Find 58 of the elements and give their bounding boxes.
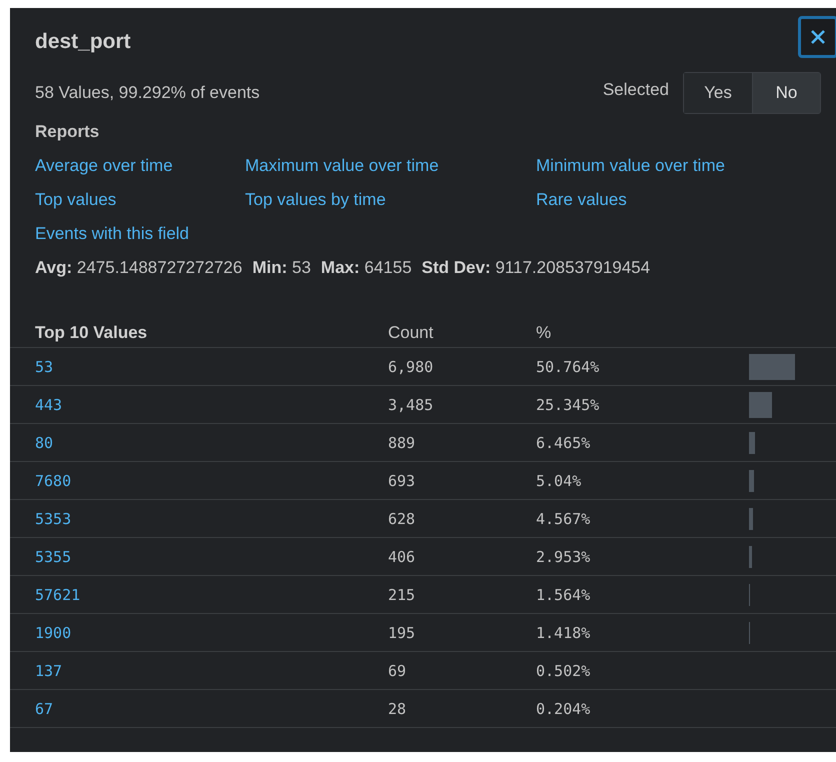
field-title: dest_port — [35, 30, 131, 55]
value-link[interactable]: 5355 — [35, 548, 388, 566]
count-cell-text: 889 — [388, 434, 416, 452]
stat-text: Avg: 2475.1488727272726 — [35, 258, 242, 278]
value-link[interactable]: 7680 — [35, 472, 388, 490]
percent-cell-text: 1.418% — [536, 624, 592, 642]
value-link[interactable]: 137 — [35, 662, 388, 680]
percent-bar — [749, 546, 752, 568]
stat-text: Min: 53 — [252, 258, 311, 278]
values-summary: 58 Values, 99.292% of events — [35, 83, 261, 103]
report-link[interactable]: Events with this field — [35, 224, 245, 244]
percent-bar — [749, 354, 795, 380]
value-link[interactable]: 80 — [35, 434, 388, 452]
selected-label: Selected — [602, 80, 669, 100]
report-link[interactable]: Top values — [35, 190, 245, 210]
value-link[interactable]: 53 — [35, 358, 388, 376]
percent-bar — [749, 470, 754, 492]
value-link[interactable]: 5353 — [35, 510, 388, 528]
report-link[interactable]: Average over time — [35, 156, 245, 176]
percent-cell-text: 6.465% — [536, 434, 592, 452]
column-header: Top 10 Values — [35, 322, 148, 342]
report-link[interactable]: Top values by time — [245, 190, 536, 210]
percent-bar — [749, 508, 753, 530]
count-cell-text: 3,485 — [388, 396, 434, 414]
value-link[interactable]: 1900 — [35, 624, 388, 642]
toggle-option[interactable]: No — [752, 73, 820, 113]
count-cell-text: 28 — [388, 700, 408, 718]
percent-cell-text: 0.502% — [536, 662, 592, 680]
count-cell-text: 195 — [388, 624, 416, 642]
stat-text: Max: 64155 — [320, 258, 412, 278]
count-cell-text: 406 — [388, 548, 416, 566]
value-link[interactable]: 57621 — [35, 586, 388, 604]
percent-cell-text: 50.764% — [536, 358, 600, 376]
count-cell-text: 628 — [388, 510, 416, 528]
count-cell-text: 693 — [388, 472, 416, 490]
percent-bar — [749, 392, 772, 418]
percent-cell-text: 0.204% — [536, 700, 592, 718]
report-link[interactable]: Minimum value over time — [536, 156, 836, 176]
reports-heading: Reports — [35, 122, 100, 142]
percent-cell-text: 1.564% — [536, 586, 592, 604]
count-cell-text: 215 — [388, 586, 416, 604]
close-icon — [810, 29, 826, 45]
count-cell-text: 69 — [388, 662, 408, 680]
percent-cell-text: 2.953% — [536, 548, 592, 566]
toggle-option[interactable]: Yes — [684, 73, 752, 113]
count-cell-text: 6,980 — [388, 358, 434, 376]
report-link[interactable]: Rare values — [536, 190, 836, 210]
close-button[interactable] — [798, 16, 836, 58]
stat-text: Std Dev: 9117.208537919454 — [422, 258, 650, 278]
percent-cell-text: 5.04% — [536, 472, 582, 490]
value-link[interactable]: 443 — [35, 396, 388, 414]
percent-cell-text: 4.567% — [536, 510, 592, 528]
column-header: Count — [388, 322, 434, 342]
percent-cell-text: 25.345% — [536, 396, 600, 414]
value-link[interactable]: 67 — [35, 700, 388, 718]
report-link[interactable]: Maximum value over time — [245, 156, 536, 176]
column-header: % — [536, 322, 552, 342]
percent-bar — [749, 432, 755, 454]
